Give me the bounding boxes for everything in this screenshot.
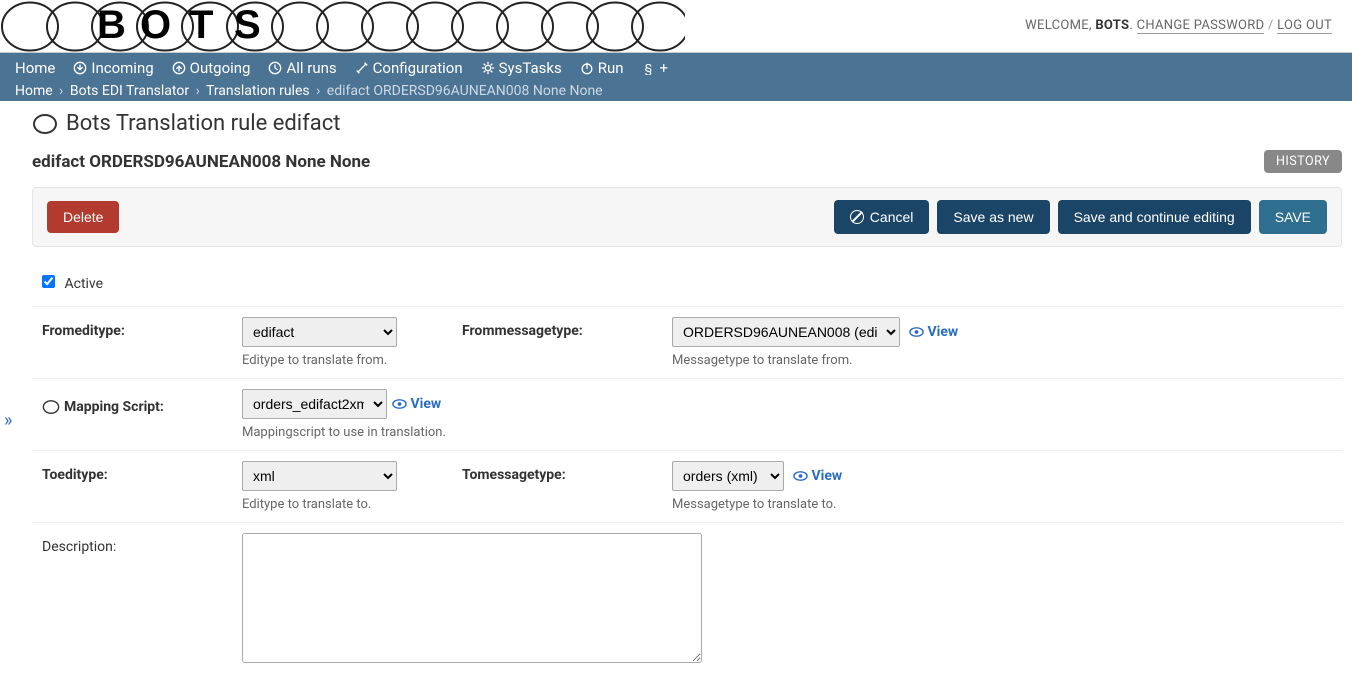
incoming-icon <box>73 61 87 75</box>
clock-icon <box>268 61 282 75</box>
save-button[interactable]: SAVE <box>1259 200 1327 234</box>
breadcrumb-current: edifact ORDERSD96AUNEAN008 None None <box>327 83 603 99</box>
cancel-icon <box>850 210 864 224</box>
nav-home[interactable]: Home <box>15 59 55 77</box>
frommessagetype-help: Messagetype to translate from. <box>672 353 853 368</box>
expand-sidebar-icon[interactable]: » <box>4 410 12 431</box>
page-title: Bots Translation rule edifact <box>66 111 340 136</box>
fromeditype-label: Fromeditype: <box>42 317 242 347</box>
eye-icon <box>793 471 808 481</box>
toeditype-label: Toeditype: <box>42 461 242 491</box>
header: B O T S WELCOME, BOTS. CHANGE PASSWORD /… <box>0 0 1352 53</box>
toeditype-select[interactable]: xml <box>242 461 397 491</box>
frommessagetype-label: Frommessagetype: <box>462 317 672 347</box>
nav-plus[interactable]: § + <box>642 59 669 77</box>
eye-icon <box>392 399 407 409</box>
gear-icon <box>481 61 495 75</box>
section-icon: § <box>642 61 656 75</box>
action-bar: Delete Cancel Save as new Save and conti… <box>32 187 1342 247</box>
tomessagetype-label: Tomessagetype: <box>462 461 672 491</box>
tomessagetype-view-link[interactable]: View <box>793 468 842 484</box>
cancel-button[interactable]: Cancel <box>834 200 930 234</box>
frommessagetype-select[interactable]: ORDERSD96AUNEAN008 (edifact) <box>672 317 900 347</box>
toeditype-help: Editype to translate to. <box>242 497 462 512</box>
save-as-new-button[interactable]: Save as new <box>937 200 1049 234</box>
svg-text:§: § <box>644 61 652 75</box>
power-icon <box>580 61 594 75</box>
nav-configuration[interactable]: Configuration <box>355 59 463 77</box>
bots-logo: B O T S <box>0 0 685 53</box>
mapping-select[interactable]: orders_edifact2xml <box>242 389 387 419</box>
username: BOTS <box>1095 18 1129 33</box>
active-label: Active <box>64 276 103 292</box>
svg-text:O: O <box>140 3 171 47</box>
tomessagetype-help: Messagetype to translate to. <box>672 497 836 512</box>
fromeditype-select[interactable]: edifact <box>242 317 397 347</box>
eye-icon <box>909 327 924 337</box>
field-active: Active <box>32 269 1342 307</box>
description-textarea[interactable] <box>242 533 702 663</box>
change-password-link[interactable]: CHANGE PASSWORD <box>1137 18 1265 34</box>
fromeditype-help: Editype to translate from. <box>242 353 462 368</box>
breadcrumb-model[interactable]: Translation rules <box>206 83 310 99</box>
chainlink-icon <box>42 399 60 415</box>
breadcrumb-home[interactable]: Home <box>15 83 53 99</box>
mapping-view-link[interactable]: View <box>392 396 441 412</box>
frommessagetype-view-link[interactable]: View <box>909 324 958 340</box>
tomessagetype-select[interactable]: orders (xml) <box>672 461 784 491</box>
welcome-text: WELCOME, <box>1025 18 1095 33</box>
breadcrumb-app[interactable]: Bots EDI Translator <box>70 83 189 99</box>
history-button[interactable]: HISTORY <box>1264 150 1342 173</box>
mapping-help: Mappingscript to use in translation. <box>242 425 446 440</box>
save-continue-button[interactable]: Save and continue editing <box>1058 200 1251 234</box>
breadcrumb: Home › Bots EDI Translator › Translation… <box>15 83 1337 99</box>
main-nav: Home Incoming Outgoing All runs Configur… <box>0 53 1352 101</box>
delete-button[interactable]: Delete <box>47 201 119 233</box>
logout-link[interactable]: LOG OUT <box>1277 18 1332 34</box>
tools-icon <box>355 61 369 75</box>
nav-outgoing[interactable]: Outgoing <box>172 59 251 77</box>
active-checkbox[interactable] <box>42 275 55 288</box>
nav-run[interactable]: Run <box>580 59 624 77</box>
nav-systasks[interactable]: SysTasks <box>481 59 562 77</box>
nav-allruns[interactable]: All runs <box>268 59 336 77</box>
svg-text:B: B <box>97 3 126 47</box>
page-title-row: Bots Translation rule edifact <box>32 111 1352 136</box>
svg-text:T: T <box>189 3 213 47</box>
nav-incoming[interactable]: Incoming <box>73 59 153 77</box>
user-links: WELCOME, BOTS. CHANGE PASSWORD / LOG OUT <box>1025 18 1332 33</box>
object-title: edifact ORDERSD96AUNEAN008 None None <box>32 152 370 172</box>
chainlink-icon <box>32 113 58 135</box>
outgoing-icon <box>172 61 186 75</box>
svg-text:S: S <box>234 3 261 47</box>
mapping-label-wrap: Mapping Script: <box>42 389 242 419</box>
